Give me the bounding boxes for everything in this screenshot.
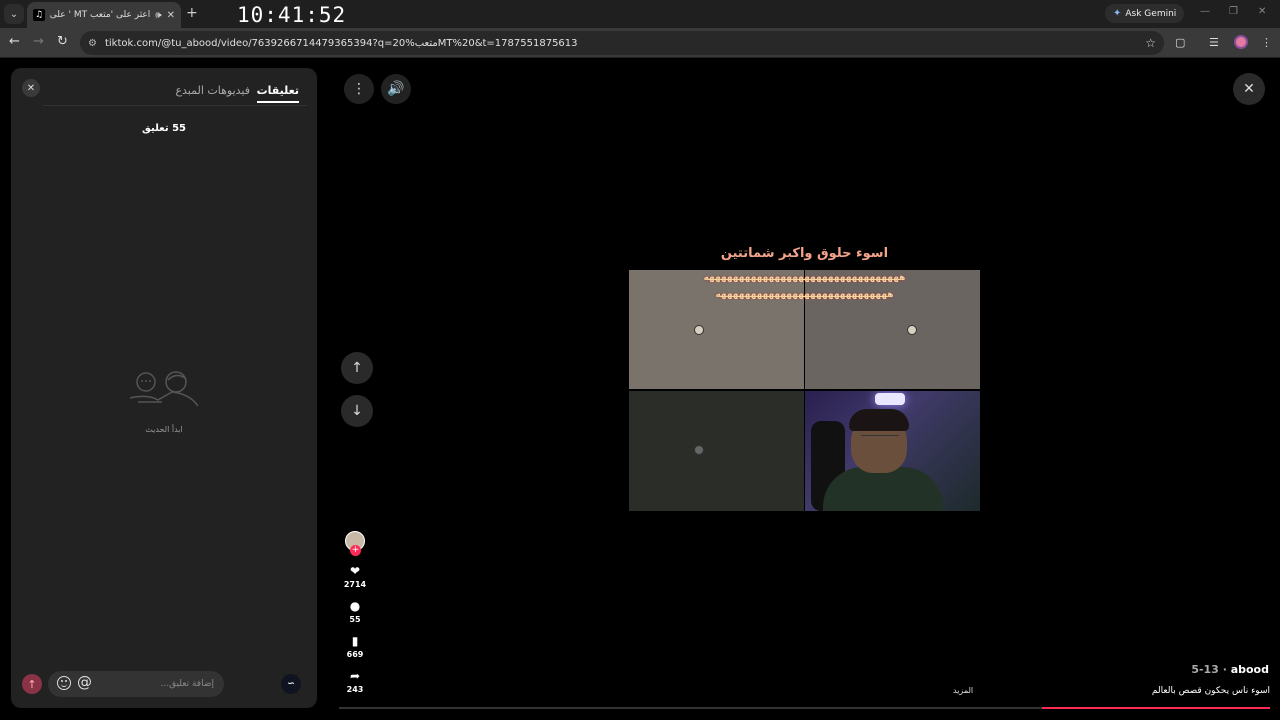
video-overlay-text-1: هههههههههههههههههههههههههههههههههه: [703, 273, 907, 283]
empty-state-text: ابدأ الحديث: [145, 425, 183, 434]
separator-dot: ·: [1222, 663, 1231, 676]
participant-avatar: [694, 445, 704, 455]
address-bar[interactable]: ⚙ tiktok.com/@tu_abood/video/76392667144…: [80, 31, 1164, 55]
panel-close-icon[interactable]: ✕: [22, 79, 40, 97]
participant-avatar: [694, 325, 704, 335]
author-line: 5-13 · abood: [1191, 663, 1269, 676]
save-count: 669: [346, 650, 364, 659]
comment-composer: @: [48, 671, 224, 697]
reload-icon[interactable]: ↻: [57, 34, 68, 49]
video-player[interactable]: اسوء حلوق واكبر شماتتين هههههههههههههههه…: [629, 246, 980, 511]
video-cell-top-right: [805, 270, 980, 389]
audio-playing-icon[interactable]: 🕪: [155, 10, 161, 21]
comments-panel: ✕ تعليقات فيديوهات المبدع 55 تعليق ابدأ …: [11, 68, 317, 708]
comment-bubble-icon: ●: [349, 599, 361, 613]
ask-gemini-label: Ask Gemini: [1125, 8, 1177, 19]
next-video-arrow-icon[interactable]: ↓: [341, 395, 373, 427]
browser-toolbar: ← → ↻ ⚙ tiktok.com/@tu_abood/video/76392…: [0, 28, 1280, 58]
mention-icon[interactable]: @: [77, 673, 92, 691]
back-arrow-icon[interactable]: ←: [9, 34, 20, 49]
browser-tab[interactable]: ♫ اعثر على 'متعب MT ' على تيك توك 🕪 ✕: [27, 2, 181, 28]
new-tab-button[interactable]: +: [186, 5, 198, 21]
tab-title: اعثر على 'متعب MT ' على تيك توك: [50, 10, 151, 20]
like-button[interactable]: ❤ 2714: [340, 564, 370, 589]
tab-divider: [43, 105, 307, 106]
video-cell-top-left: [629, 270, 804, 389]
video-progress-bar[interactable]: [339, 707, 1270, 709]
tab-close-icon[interactable]: ✕: [167, 10, 175, 21]
video-cell-webcam: [805, 391, 980, 511]
send-comment-button[interactable]: ↑: [22, 674, 42, 694]
bookmark-icon: ▮: [351, 634, 359, 648]
video-cell-bottom-left: [629, 391, 804, 511]
emoji-icon[interactable]: [57, 676, 71, 690]
user-avatar[interactable]: ∽: [281, 674, 301, 694]
share-button[interactable]: ➦ 243: [340, 669, 370, 694]
empty-comments-illustration-icon: [129, 371, 199, 407]
bookmark-star-icon[interactable]: ☆: [1145, 36, 1156, 50]
light-source: [875, 393, 905, 405]
url-text[interactable]: tiktok.com/@tu_abood/video/7639266714479…: [105, 38, 1137, 49]
like-count: 2714: [343, 580, 367, 589]
follow-plus-icon[interactable]: +: [350, 545, 361, 556]
close-video-icon[interactable]: ✕: [1233, 73, 1265, 105]
save-button[interactable]: ▮ 669: [340, 634, 370, 659]
reading-list-icon[interactable]: ☰: [1209, 36, 1219, 49]
comment-button[interactable]: ● 55: [340, 599, 370, 624]
tab-creator-videos[interactable]: فيديوهات المبدع: [175, 84, 250, 97]
participant-avatar: [907, 325, 917, 335]
share-arrow-icon: ➦: [349, 669, 361, 683]
video-overlay-text-2: هههههههههههههههههههههههههههههه: [715, 290, 894, 300]
extensions-icon[interactable]: ▢: [1175, 36, 1185, 49]
more-options-icon[interactable]: ⋮: [344, 74, 374, 104]
minimize-icon[interactable]: —: [1200, 6, 1210, 17]
post-description: اسوء ناس يحكون قصص بالعالم: [1151, 686, 1270, 696]
person-glasses: [861, 435, 899, 441]
tab-search-button[interactable]: ⌄: [4, 4, 24, 24]
heart-icon: ❤: [349, 564, 361, 578]
comment-input[interactable]: [94, 676, 214, 692]
post-date: 5-13: [1191, 663, 1219, 676]
ask-gemini-button[interactable]: ✦ Ask Gemini: [1105, 4, 1185, 23]
forward-arrow-icon[interactable]: →: [33, 34, 44, 49]
volume-icon[interactable]: 🔊: [381, 74, 411, 104]
person-body: [823, 467, 943, 511]
profile-avatar[interactable]: [1234, 35, 1248, 49]
tiktok-favicon-icon: ♫: [33, 9, 45, 21]
restore-icon[interactable]: ❐: [1229, 6, 1238, 17]
video-frame[interactable]: هههههههههههههههههههههههههههههههههه ههههه…: [629, 270, 980, 511]
video-caption: اسوء حلوق واكبر شماتتين: [720, 246, 889, 261]
browser-menu-icon[interactable]: ⋮: [1261, 36, 1272, 49]
comment-count-action: 55: [349, 615, 361, 624]
comment-count: 55 تعليق: [142, 123, 186, 134]
person-hair: [849, 409, 909, 431]
share-count: 243: [346, 685, 364, 694]
site-info-icon[interactable]: ⚙: [88, 38, 97, 49]
video-progress-fill: [1041, 707, 1270, 709]
clock-overlay: 10:41:52: [237, 3, 347, 27]
tab-comments[interactable]: تعليقات: [256, 84, 300, 103]
author-name[interactable]: abood: [1231, 663, 1269, 676]
browser-tab-strip: ⌄ ♫ اعثر على 'متعب MT ' على تيك توك 🕪 ✕ …: [0, 0, 1280, 28]
previous-video-arrow-icon[interactable]: ↑: [341, 352, 373, 384]
gemini-sparkle-icon: ✦: [1113, 8, 1122, 19]
more-link[interactable]: المزيد: [953, 686, 973, 695]
window-close-icon[interactable]: ✕: [1258, 6, 1266, 17]
